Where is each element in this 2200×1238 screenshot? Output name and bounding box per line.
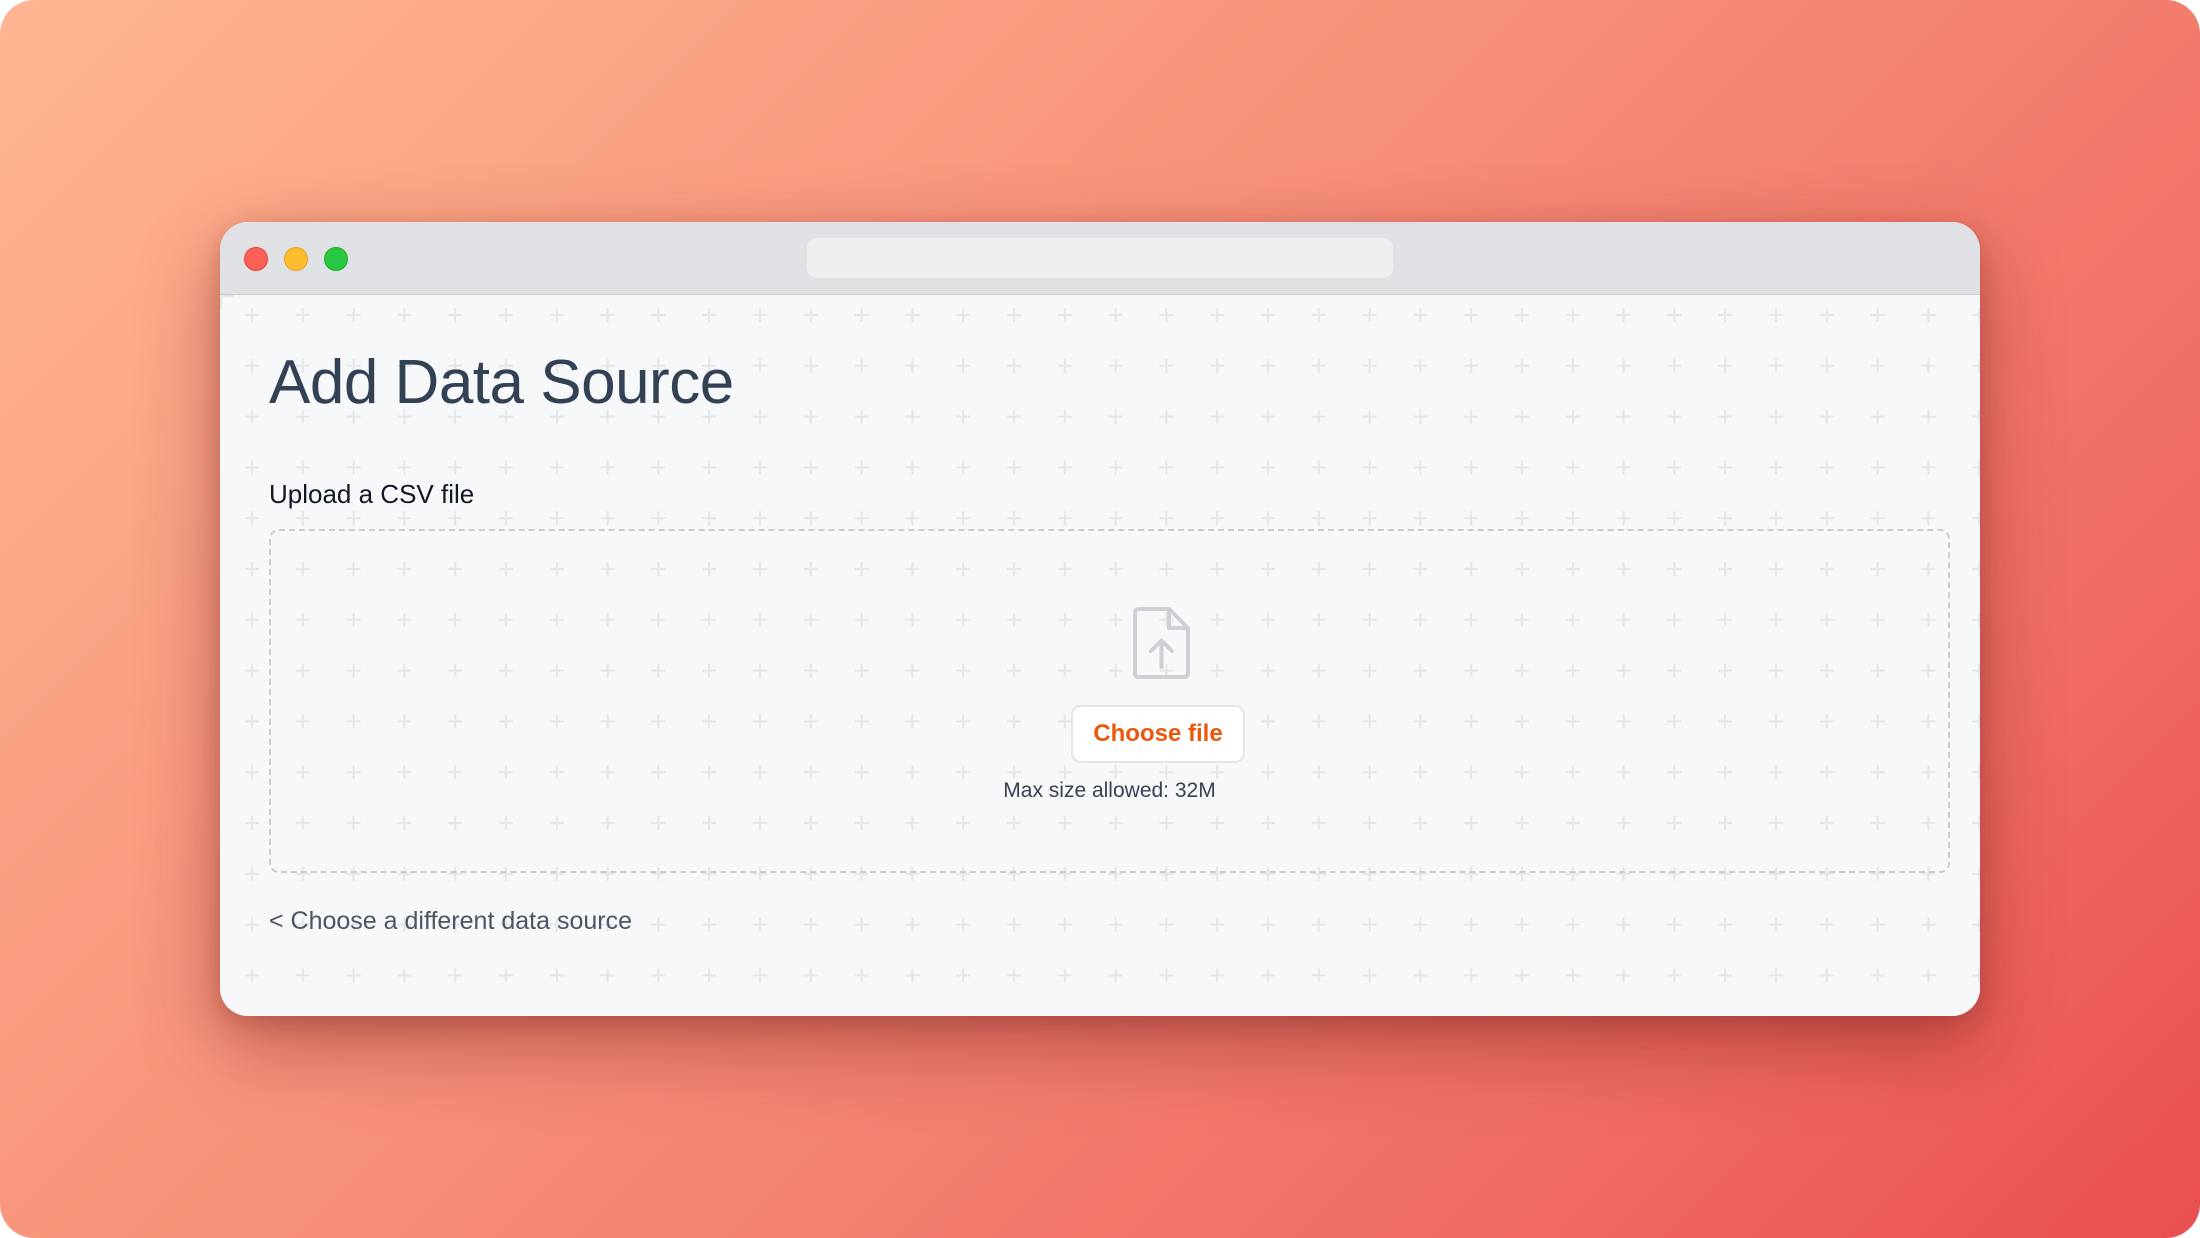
minimize-window-button[interactable] bbox=[284, 247, 308, 271]
page-content: Add Data Source Upload a CSV file Choose… bbox=[220, 295, 1980, 1016]
max-size-hint: Max size allowed: 32M bbox=[1003, 779, 1216, 802]
desktop-background: Add Data Source Upload a CSV file Choose… bbox=[0, 0, 2200, 1238]
close-window-button[interactable] bbox=[244, 247, 268, 271]
choose-file-button[interactable]: Choose file bbox=[1071, 705, 1245, 763]
page-title: Add Data Source bbox=[269, 348, 734, 417]
address-bar[interactable] bbox=[807, 238, 1393, 278]
upload-section-label: Upload a CSV file bbox=[269, 479, 475, 509]
maximize-window-button[interactable] bbox=[324, 247, 348, 271]
window-titlebar bbox=[220, 222, 1980, 295]
choose-different-source-link[interactable]: < Choose a different data source bbox=[269, 907, 632, 936]
file-dropzone[interactable]: Choose file Max size allowed: 32M bbox=[269, 529, 1950, 873]
file-upload-icon bbox=[1133, 607, 1190, 679]
browser-window: Add Data Source Upload a CSV file Choose… bbox=[220, 222, 1980, 1016]
